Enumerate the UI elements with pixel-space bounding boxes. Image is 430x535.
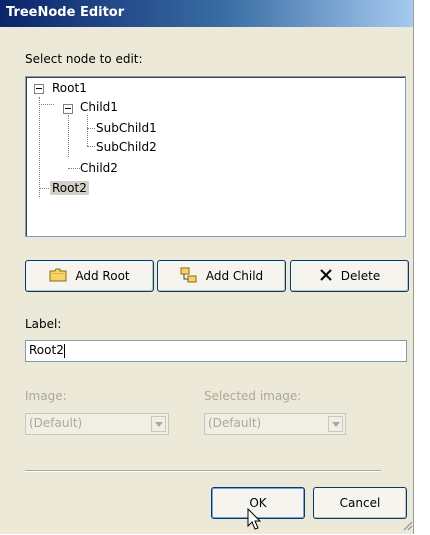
selected-image-label: Selected image: bbox=[204, 389, 302, 403]
add-root-label: Add Root bbox=[75, 269, 130, 283]
tree-line-h bbox=[39, 104, 54, 105]
add-child-label: Add Child bbox=[205, 269, 264, 283]
treenode-editor-dialog: TreeNode Editor Select node to edit: Roo… bbox=[0, 0, 414, 534]
title-bar[interactable]: TreeNode Editor bbox=[0, 0, 413, 27]
delete-x-icon bbox=[319, 268, 333, 285]
image-combobox[interactable]: (Default) bbox=[25, 413, 169, 435]
tree-line-root bbox=[39, 97, 40, 197]
tree-node-child2[interactable]: Child2 bbox=[80, 161, 118, 175]
tree-line-h bbox=[87, 146, 95, 147]
folder-icon bbox=[49, 268, 67, 285]
selected-image-combobox-value: (Default) bbox=[208, 416, 262, 430]
delete-button[interactable]: Delete bbox=[290, 260, 409, 292]
window-title: TreeNode Editor bbox=[6, 5, 125, 20]
tree-node-root2[interactable]: Root2 bbox=[50, 181, 89, 195]
text-caret bbox=[63, 343, 65, 358]
collapse-icon[interactable] bbox=[63, 104, 73, 114]
node-tree-view[interactable]: Root1 Child1 SubChild1 SubChild2 Child2 … bbox=[25, 76, 406, 237]
selected-image-combobox[interactable]: (Default) bbox=[204, 413, 346, 435]
tree-node-root1[interactable]: Root1 bbox=[52, 81, 87, 95]
tree-line-child1 bbox=[68, 115, 69, 157]
tree-node-child1[interactable]: Child1 bbox=[80, 100, 118, 114]
separator bbox=[25, 470, 381, 472]
tree-line-subchildren bbox=[87, 115, 88, 146]
chevron-down-icon[interactable] bbox=[328, 416, 343, 432]
resize-grip-icon[interactable] bbox=[401, 519, 413, 534]
tree-line-h bbox=[68, 168, 80, 169]
delete-label: Delete bbox=[340, 269, 381, 283]
tree-line-h bbox=[87, 128, 95, 129]
select-node-label: Select node to edit: bbox=[25, 52, 143, 66]
tree-node-subchild1[interactable]: SubChild1 bbox=[96, 121, 157, 135]
mouse-pointer-icon bbox=[247, 507, 263, 535]
collapse-icon[interactable] bbox=[34, 84, 44, 94]
tree-node-subchild2[interactable]: SubChild2 bbox=[96, 140, 157, 154]
tree-line-h bbox=[39, 188, 49, 189]
cancel-label: Cancel bbox=[339, 496, 381, 510]
label-input[interactable]: Root2 bbox=[25, 340, 407, 362]
add-child-icon bbox=[180, 267, 198, 286]
add-root-button[interactable]: Add Root bbox=[25, 260, 154, 292]
label-input-value: Root2 bbox=[29, 343, 64, 357]
label-field-label: Label: bbox=[25, 317, 62, 331]
chevron-down-icon[interactable] bbox=[151, 416, 166, 432]
image-label: Image: bbox=[25, 389, 67, 403]
cancel-button[interactable]: Cancel bbox=[313, 487, 407, 519]
add-child-button[interactable]: Add Child bbox=[157, 260, 286, 292]
image-combobox-value: (Default) bbox=[29, 416, 83, 430]
